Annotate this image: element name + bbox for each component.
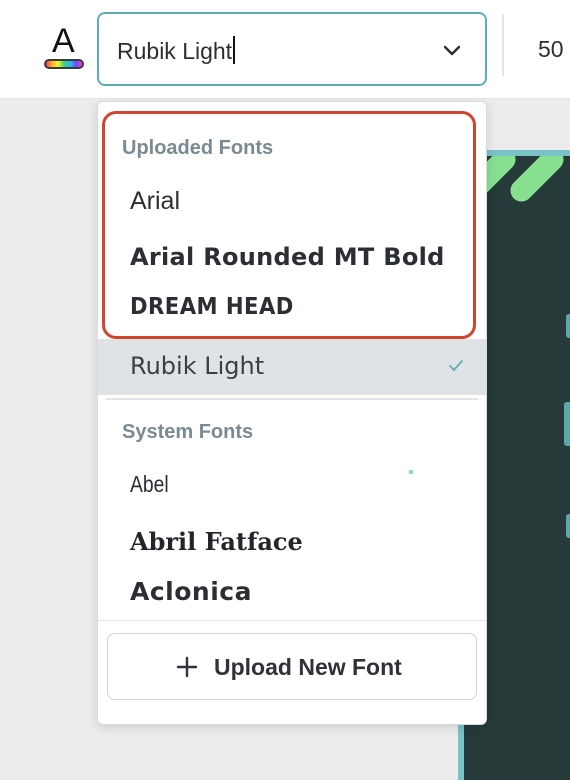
font-size-value[interactable]: 50 xyxy=(538,36,564,63)
plus-icon xyxy=(176,656,198,678)
font-option-abril-fatface[interactable]: Abril Fatface xyxy=(98,515,486,567)
menu-divider xyxy=(106,398,478,400)
upload-new-font-button[interactable]: Upload New Font xyxy=(107,633,477,700)
font-option-label: Aclonica xyxy=(130,577,252,606)
canvas-element xyxy=(566,314,570,338)
menu-divider xyxy=(98,620,486,621)
text-color-button[interactable]: A xyxy=(40,24,88,72)
font-option-label: Arial xyxy=(130,187,181,215)
font-family-value: Rubik Light xyxy=(117,38,233,64)
font-option-abel[interactable]: Abel xyxy=(98,459,486,511)
font-option-dream-head[interactable]: DREAM HEAD xyxy=(98,282,486,334)
check-icon xyxy=(449,360,463,371)
chevron-down-icon[interactable] xyxy=(441,39,463,61)
system-fonts-header: System Fonts xyxy=(122,421,254,443)
font-option-aclonica[interactable]: Aclonica xyxy=(98,565,486,617)
decorative-dot xyxy=(409,470,413,474)
top-toolbar: A Rubik Light 50 xyxy=(0,0,570,99)
font-option-rubik-light[interactable]: Rubik Light xyxy=(98,339,486,395)
uploaded-fonts-header: Uploaded Fonts xyxy=(122,137,274,159)
text-cursor xyxy=(233,36,236,64)
font-option-arial-rounded-mt-bold[interactable]: Arial Rounded MT Bold xyxy=(98,231,486,283)
font-option-label: DREAM HEAD xyxy=(130,294,294,320)
upload-new-font-label: Upload New Font xyxy=(214,654,402,680)
canvas-element xyxy=(564,402,570,446)
text-color-icon: A xyxy=(52,22,75,60)
font-option-arial[interactable]: Arial xyxy=(98,175,486,227)
toolbar-divider xyxy=(502,14,504,76)
font-dropdown-menu: Uploaded Fonts Arial Arial Rounded MT Bo… xyxy=(97,101,487,725)
color-swatch-bar xyxy=(44,59,84,69)
font-option-label: Abril Fatface xyxy=(130,527,303,556)
font-option-label: Abel xyxy=(130,471,169,497)
font-option-label: Rubik Light xyxy=(130,352,265,380)
canvas-element xyxy=(566,514,570,538)
font-option-label: Arial Rounded MT Bold xyxy=(130,243,445,271)
font-family-input[interactable]: Rubik Light xyxy=(97,12,487,86)
